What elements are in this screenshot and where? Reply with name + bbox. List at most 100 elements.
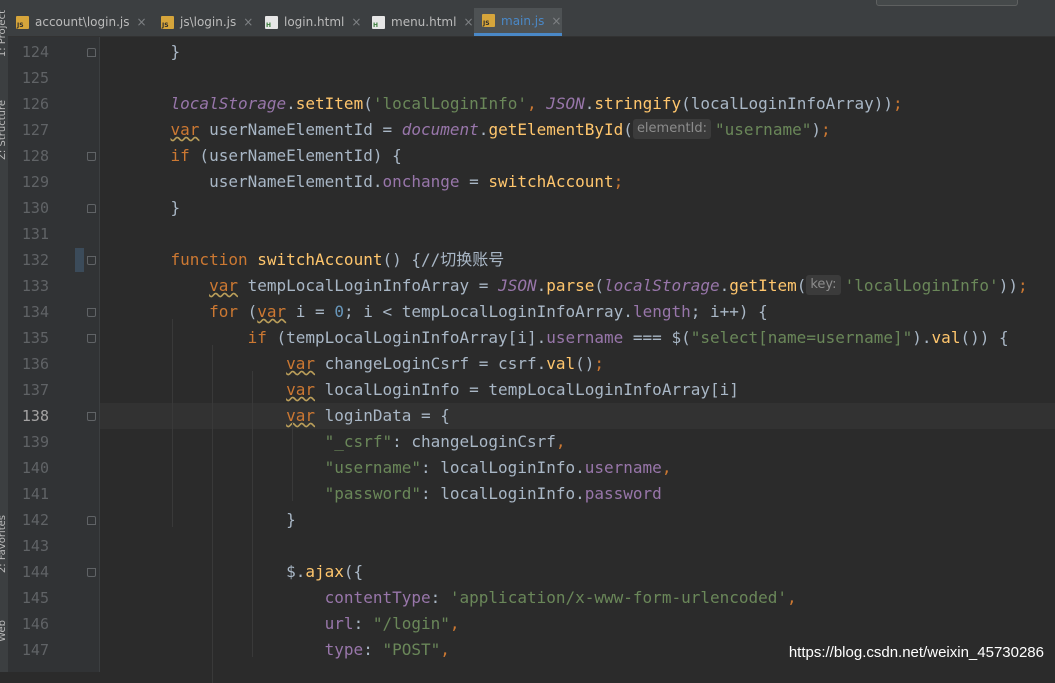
code-token: length xyxy=(632,302,691,321)
code-editor[interactable]: } localStorage.setItem('localLoginInfo',… xyxy=(100,37,1055,683)
code-line[interactable]: "_csrf": changeLoginCsrf, xyxy=(100,429,1055,455)
code-token: contentType xyxy=(324,588,431,607)
fold-expanded-icon[interactable] xyxy=(87,568,96,577)
file-type-label: H xyxy=(266,21,272,29)
close-tab-icon[interactable]: × xyxy=(551,14,561,28)
code-token: (userNameElementId) { xyxy=(189,146,402,165)
code-token: () { xyxy=(382,250,421,269)
code-token: var xyxy=(286,406,316,425)
html-file-icon: H xyxy=(372,15,385,29)
close-tab-icon[interactable]: × xyxy=(351,15,361,29)
code-line[interactable] xyxy=(100,533,1055,559)
code-token: userNameElementId = xyxy=(199,120,402,139)
code-token: ) xyxy=(811,120,821,139)
code-token: changeLoginCsrf = csrf. xyxy=(315,354,547,373)
code-token: ( xyxy=(363,94,373,113)
code-line[interactable]: var userNameElementId = document.getElem… xyxy=(100,117,1055,143)
code-token: : xyxy=(430,588,450,607)
line-number: 144 xyxy=(21,563,49,581)
code-token: userNameElementId. xyxy=(132,172,383,191)
code-line[interactable]: url: "/login", xyxy=(100,611,1055,637)
indent-guide xyxy=(252,371,253,657)
code-line[interactable]: function switchAccount() {//切换账号 xyxy=(100,247,1055,273)
breakpoint-gutter-marker xyxy=(75,248,84,272)
fold-expanded-icon[interactable] xyxy=(87,334,96,343)
editor-tab[interactable]: JS account\login.js × xyxy=(8,8,147,36)
editor-tab[interactable]: Hmenu.html × xyxy=(364,8,474,36)
run-configuration-selector[interactable] xyxy=(876,0,1018,6)
code-token: ajax xyxy=(305,562,344,581)
fold-expanded-icon[interactable] xyxy=(87,256,96,265)
code-line[interactable]: localStorage.setItem('localLoginInfo', J… xyxy=(100,91,1055,117)
code-token: , xyxy=(440,640,450,659)
code-token: "password" xyxy=(324,484,421,503)
line-number: 141 xyxy=(21,485,49,503)
fold-expanded-icon[interactable] xyxy=(87,152,96,161)
code-line[interactable]: "username": localLoginInfo.username, xyxy=(100,455,1055,481)
indent-guide xyxy=(172,319,173,527)
code-token: val xyxy=(546,354,576,373)
code-line[interactable]: var localLoginInfo = tempLocalLoginInfoA… xyxy=(100,377,1055,403)
code-line[interactable]: if (tempLocalLoginInfoArray[i].username … xyxy=(100,325,1055,351)
code-token: //切换账号 xyxy=(421,250,505,269)
code-line[interactable]: $.ajax({ xyxy=(100,559,1055,585)
code-token: : localLoginInfo. xyxy=(420,484,585,503)
code-token: === $( xyxy=(623,328,691,347)
fold-end-icon[interactable] xyxy=(87,48,96,57)
code-token: . xyxy=(536,276,547,295)
code-line[interactable] xyxy=(100,65,1055,91)
file-type-label: JS xyxy=(17,21,24,29)
fold-end-icon[interactable] xyxy=(87,204,96,213)
code-token: "username" xyxy=(715,120,812,139)
editor-tab[interactable]: Hlogin.html × xyxy=(257,8,361,36)
code-token: url xyxy=(324,614,354,633)
code-line[interactable]: var changeLoginCsrf = csrf.val(); xyxy=(100,351,1055,377)
code-line[interactable]: if (userNameElementId) { xyxy=(100,143,1055,169)
code-line[interactable]: } xyxy=(100,507,1055,533)
code-line[interactable]: for (var i = 0; i < tempLocalLoginInfoAr… xyxy=(100,299,1055,325)
code-token: 'application/x-www-form-urlencoded' xyxy=(449,588,788,607)
watermark: https://blog.csdn.net/weixin_45730286 xyxy=(788,644,1044,661)
code-line[interactable]: } xyxy=(100,195,1055,221)
code-token: ; i < tempLocalLoginInfoArray. xyxy=(343,302,633,321)
fold-expanded-icon[interactable] xyxy=(87,412,96,421)
code-token: = xyxy=(459,172,489,191)
code-token: parse xyxy=(546,276,595,295)
code-token: : xyxy=(353,614,373,633)
js-file-icon: JS xyxy=(482,14,495,27)
close-tab-icon[interactable]: × xyxy=(136,15,146,29)
code-token: val xyxy=(931,328,961,347)
code-token: "POST" xyxy=(382,640,441,659)
code-line[interactable]: userNameElementId.onchange = switchAccou… xyxy=(100,169,1055,195)
code-token: "select[ xyxy=(690,328,768,347)
code-token: var xyxy=(286,354,316,373)
tab-label: js\login.js xyxy=(180,15,237,29)
code-line[interactable]: contentType: 'application/x-www-form-url… xyxy=(100,585,1055,611)
close-tab-icon[interactable]: × xyxy=(243,15,253,29)
code-line[interactable]: "password": localLoginInfo.password xyxy=(100,481,1055,507)
code-token: : localLoginInfo. xyxy=(420,458,585,477)
close-tab-icon[interactable]: × xyxy=(463,15,473,29)
code-token: ({ xyxy=(343,562,364,581)
indent-guide xyxy=(292,423,293,501)
fold-expanded-icon[interactable] xyxy=(87,308,96,317)
code-line[interactable]: var loginData = { xyxy=(100,403,1055,429)
code-token: (tempLocalLoginInfoArray[i]. xyxy=(266,328,547,347)
code-token: switchAccount xyxy=(257,250,383,269)
code-line[interactable]: } xyxy=(100,39,1055,65)
code-token: type xyxy=(324,640,364,659)
code-line[interactable]: var tempLocalLoginInfoArray = JSON.parse… xyxy=(100,273,1055,299)
editor-tab[interactable]: JS main.js × xyxy=(474,8,562,36)
fold-end-icon[interactable] xyxy=(87,516,96,525)
html-file-icon: H xyxy=(265,15,278,29)
code-token: JSON xyxy=(546,94,585,113)
code-token: if xyxy=(170,146,190,165)
code-line[interactable] xyxy=(100,221,1055,247)
editor-tab[interactable]: JS js\login.js × xyxy=(153,8,253,36)
